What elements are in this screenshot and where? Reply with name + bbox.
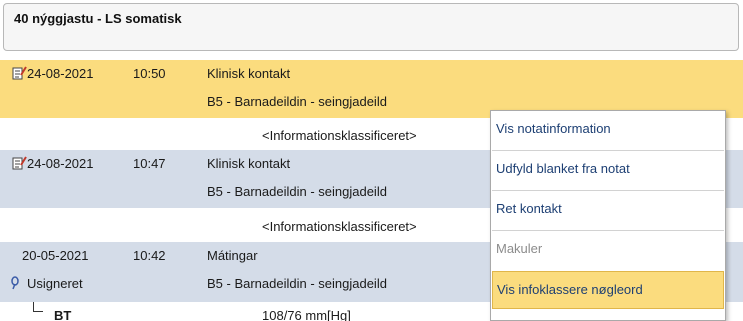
menu-item-makuler: Makuler <box>492 231 724 269</box>
menu-item-label: Vis notatinformation <box>496 121 611 136</box>
entry-department: B5 - Barnadeildin - seingjadeild <box>207 184 387 199</box>
entry-department: B5 - Barnadeildin - seingjadeild <box>207 94 387 109</box>
entry-date: 24-08-2021 <box>27 66 94 81</box>
edit-note-icon <box>12 156 27 170</box>
entry-date: 20-05-2021 <box>22 248 89 263</box>
unsigned-icon <box>11 276 19 290</box>
menu-item-label: Udfyld blanket fra notat <box>496 161 630 176</box>
tree-connector <box>33 302 43 312</box>
panel-title: 40 nýggjastu - LS somatisk <box>14 11 182 26</box>
menu-item-vis-notatinformation[interactable]: Vis notatinformation <box>492 111 724 149</box>
menu-item-udfyld-blanket[interactable]: Udfyld blanket fra notat <box>492 151 724 189</box>
edit-note-icon <box>12 66 27 80</box>
classification-text: <Informationsklassificeret> <box>262 219 417 234</box>
entry-time: 10:47 <box>133 156 166 171</box>
menu-item-label: Ret kontakt <box>496 201 562 216</box>
context-menu: Vis notatinformation Udfyld blanket fra … <box>490 110 726 321</box>
entry-type: Mátingar <box>207 248 258 263</box>
entry-department: B5 - Barnadeildin - seingjadeild <box>207 276 387 291</box>
menu-item-label: Makuler <box>496 241 543 256</box>
measurement-value: 108/76 mm[Hg] <box>262 308 351 321</box>
classification-text: <Informationsklassificeret> <box>262 128 417 143</box>
entry-date: 24-08-2021 <box>27 156 94 171</box>
entry-status: Usigneret <box>27 276 83 291</box>
panel-header: 40 nýggjastu - LS somatisk <box>3 3 739 51</box>
entry-type: Klinisk kontakt <box>207 156 291 171</box>
entry-time: 10:42 <box>133 248 166 263</box>
menu-item-vis-infoklassere[interactable]: Vis infoklassere nøgleord <box>492 271 724 309</box>
menu-item-label: Vis infoklassere nøgleord <box>497 282 643 297</box>
entry-time: 10:50 <box>133 66 166 81</box>
measurement-label: BT <box>54 308 72 321</box>
menu-item-ret-kontakt[interactable]: Ret kontakt <box>492 191 724 229</box>
entry-type: Klinisk kontakt <box>207 66 291 81</box>
